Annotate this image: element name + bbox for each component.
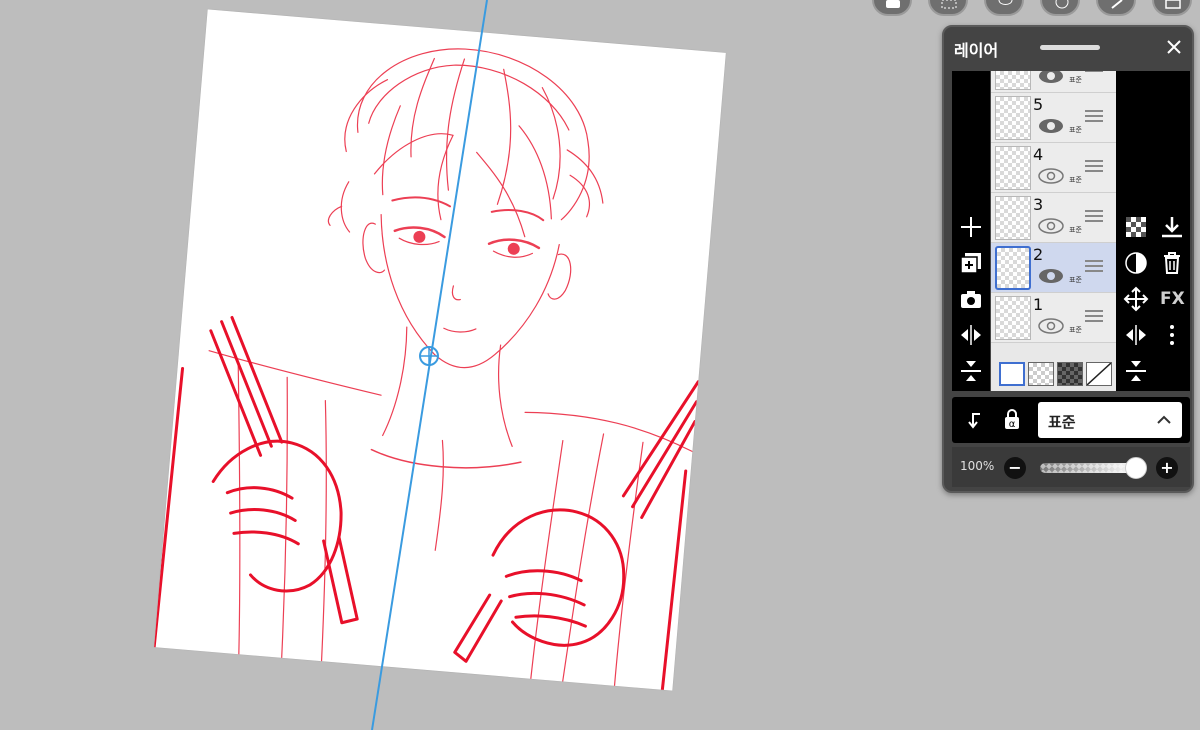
layer-drag-handle-icon[interactable] xyxy=(1084,209,1104,223)
layer-number: 3 xyxy=(1033,195,1044,214)
opacity-value: 100% xyxy=(960,459,995,473)
svg-text:α: α xyxy=(1009,419,1016,430)
swatch-transparent-light[interactable] xyxy=(1028,362,1054,386)
eye-hidden-icon[interactable] xyxy=(1037,317,1065,335)
more-options-icon[interactable] xyxy=(1158,321,1186,349)
camera-icon[interactable] xyxy=(957,285,985,313)
close-icon[interactable] xyxy=(1164,37,1184,57)
eye-hidden-icon[interactable] xyxy=(1037,167,1065,185)
paper-color-swatches xyxy=(991,356,1116,391)
eye-hidden-icon[interactable] xyxy=(1037,217,1065,235)
layer-drag-handle-icon[interactable] xyxy=(1084,71,1104,73)
layer-blend-label: 표준 xyxy=(1069,276,1082,284)
opacity-slider[interactable] xyxy=(1040,463,1136,473)
layer-blend-label: 표준 xyxy=(1069,176,1082,184)
layer-drag-handle-icon[interactable] xyxy=(1084,259,1104,273)
layer-row[interactable]: 5 표준 xyxy=(991,93,1116,143)
layer-blend-label: 표준 xyxy=(1069,226,1082,234)
layer-number: 5 xyxy=(1033,95,1044,114)
layer-thumbnail xyxy=(995,246,1031,290)
layer-thumbnail xyxy=(995,296,1031,340)
duplicate-layer-icon[interactable] xyxy=(957,249,985,277)
layer-thumbnail xyxy=(995,196,1031,240)
layer-row[interactable]: 표준 xyxy=(991,71,1116,93)
layer-tools-right: FX xyxy=(1116,71,1190,391)
layer-blend-label: 표준 xyxy=(1069,126,1082,134)
layer-thumbnail xyxy=(995,146,1031,190)
eye-visible-icon[interactable] xyxy=(1037,117,1065,135)
layer-row-selected[interactable]: 2 표준 xyxy=(991,243,1116,293)
opacity-slider-knob[interactable] xyxy=(1125,457,1147,479)
alpha-lock-icon[interactable]: α xyxy=(998,406,1026,434)
flip-icon[interactable] xyxy=(1122,321,1150,349)
panel-drag-handle[interactable] xyxy=(1040,45,1100,50)
layer-number: 4 xyxy=(1033,145,1044,164)
layer-row[interactable]: 1 표준 xyxy=(991,293,1116,343)
merge-icon[interactable] xyxy=(1122,357,1150,385)
layer-row[interactable]: 4 표준 xyxy=(991,143,1116,193)
add-layer-icon[interactable] xyxy=(957,213,985,241)
layer-number: 2 xyxy=(1033,245,1044,264)
layer-drag-handle-icon[interactable] xyxy=(1084,109,1104,123)
chevron-up-icon xyxy=(1157,415,1171,424)
opacity-increase-button[interactable]: + xyxy=(1156,457,1178,479)
layer-thumbnail xyxy=(995,96,1031,140)
layer-thumbnail xyxy=(995,71,1031,90)
blend-mode-select[interactable]: 표준 xyxy=(1038,402,1182,438)
layer-blend-label: 표준 xyxy=(1069,326,1082,334)
trash-icon[interactable] xyxy=(1158,249,1186,277)
layer-drag-handle-icon[interactable] xyxy=(1084,309,1104,323)
eye-visible-icon[interactable] xyxy=(1037,267,1065,285)
merge-down-icon[interactable] xyxy=(957,357,985,385)
clip-arrow-icon[interactable] xyxy=(960,406,988,434)
layer-list[interactable]: 표준 5 표준 4 표준 3 표준 2 표준 1 표준 xyxy=(991,71,1116,391)
layer-blend-label: 표준 xyxy=(1069,76,1082,84)
layer-row[interactable]: 3 표준 xyxy=(991,193,1116,243)
layer-options-bar: α 표준 xyxy=(952,397,1190,443)
flip-horizontal-icon[interactable] xyxy=(957,321,985,349)
swatch-none[interactable] xyxy=(1086,362,1112,386)
layer-tools-left xyxy=(952,71,990,391)
clipping-icon[interactable] xyxy=(1122,249,1150,277)
panel-title: 레이어 xyxy=(954,41,999,60)
layer-number: 1 xyxy=(1033,295,1044,314)
swatch-transparent-dark[interactable] xyxy=(1057,362,1083,386)
fx-label: FX xyxy=(1160,289,1185,309)
download-icon[interactable] xyxy=(1158,213,1186,241)
opacity-bar: 100% − + xyxy=(952,447,1190,487)
fx-icon[interactable]: FX xyxy=(1158,285,1186,313)
opacity-decrease-button[interactable]: − xyxy=(1004,457,1026,479)
blend-mode-value: 표준 xyxy=(1048,413,1076,431)
swatch-white[interactable] xyxy=(999,362,1025,386)
transparency-icon[interactable] xyxy=(1122,213,1150,241)
eye-visible-icon[interactable] xyxy=(1037,71,1065,85)
layer-panel[interactable]: 레이어 표준 5 표준 4 표준 3 표준 2 표준 1 표준 FX α 표준 … xyxy=(942,25,1194,493)
move-icon[interactable] xyxy=(1122,285,1150,313)
layer-drag-handle-icon[interactable] xyxy=(1084,159,1104,173)
